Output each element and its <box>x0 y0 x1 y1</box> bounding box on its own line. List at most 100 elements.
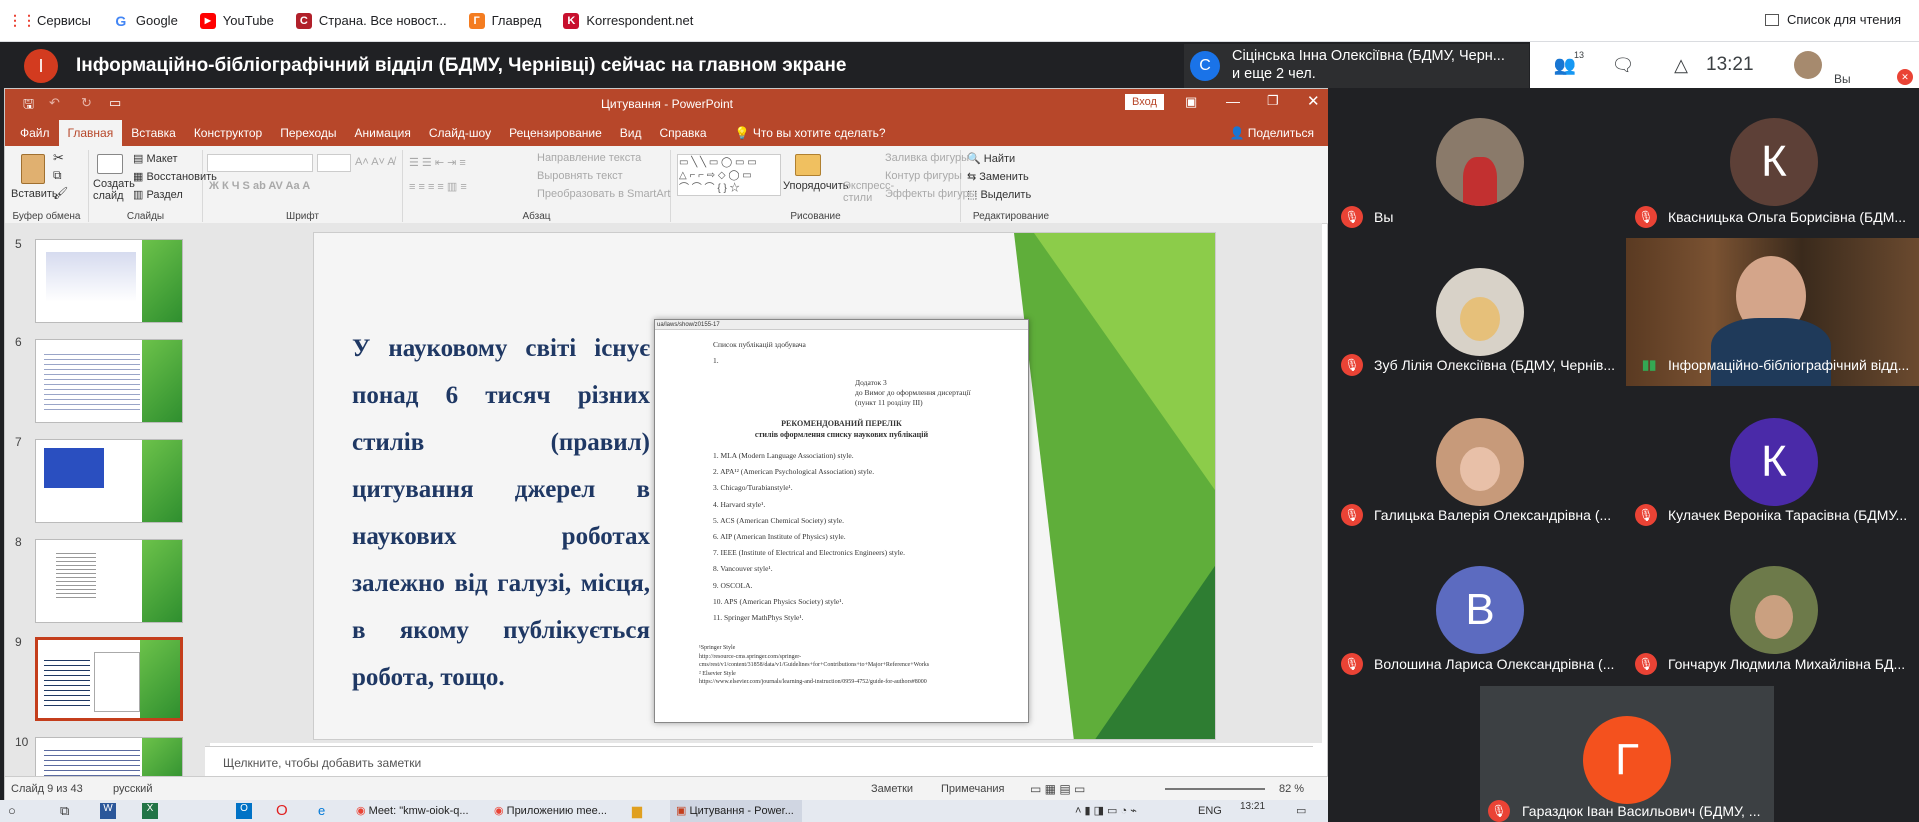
current-slide[interactable]: У науковому світі існує понад 6 тисяч рі… <box>313 232 1216 740</box>
view-buttons[interactable]: ▭ ▦ ▤ ▭ <box>1030 782 1085 796</box>
list-icons[interactable]: ☰ ☰ ⇤ ⇥ ≡ <box>409 156 466 169</box>
layout-button[interactable]: ▤ Макет <box>133 152 178 165</box>
thumb-slide-7[interactable] <box>35 439 183 523</box>
new-slide-button[interactable]: Создать слайд <box>93 178 135 202</box>
font-name-select[interactable] <box>207 154 313 172</box>
bookmark-korrespondent[interactable]: K Korrespondent.net <box>563 12 693 29</box>
format-painter-icon[interactable]: 🖌 <box>53 186 68 200</box>
thumb-slide-9-selected[interactable] <box>35 637 183 721</box>
cut-icon[interactable]: ✂ <box>53 150 64 166</box>
tab-file[interactable]: Файл <box>11 126 59 146</box>
tab-help[interactable]: Справка <box>650 126 715 146</box>
tab-slideshow[interactable]: Слайд-шоу <box>420 126 500 146</box>
people-button[interactable]: 👥 13 <box>1550 50 1584 80</box>
tab-home[interactable]: Главная <box>58 120 123 146</box>
font-size-select[interactable] <box>317 154 351 172</box>
thumb-slide-6[interactable] <box>35 339 183 423</box>
bookmark-strana[interactable]: С Страна. Все новост... <box>295 12 447 29</box>
tell-me-box[interactable]: 💡 Что вы хотите сделать? <box>726 126 895 146</box>
select-button[interactable]: ⬚ Выделить <box>967 188 1031 201</box>
korrespondent-icon: K <box>563 12 580 29</box>
share-button[interactable]: 👤 Поделиться <box>1220 126 1323 146</box>
smartart-button[interactable]: Преобразовать в SmartArt <box>537 188 670 200</box>
tab-insert[interactable]: Вставка <box>122 126 185 146</box>
maximize-icon[interactable]: ❐ <box>1267 93 1279 109</box>
search-icon[interactable]: ○ <box>8 803 16 818</box>
thumb-slide-8[interactable] <box>35 539 183 623</box>
ribbon-display-icon[interactable]: ▣ <box>1185 94 1197 110</box>
participant-name: Зуб Лілія Олексіївна (БДМУ, Чернів... <box>1374 357 1616 373</box>
taskbar-app-powerpoint[interactable]: ▣ Цитування - Power... <box>670 800 802 822</box>
tray-icons[interactable]: ˄ ▮ ◨ ▭ ◔ ⌁ <box>1075 804 1137 817</box>
tab-animations[interactable]: Анимация <box>346 126 420 146</box>
reading-list-icon <box>1765 13 1780 26</box>
edge-icon[interactable]: e <box>318 803 325 818</box>
excel-icon[interactable]: X <box>142 803 158 819</box>
tab-design[interactable]: Конструктор <box>185 126 271 146</box>
align-icons[interactable]: ≡ ≡ ≡ ≡ ▥ ≡ <box>409 180 467 193</box>
taskbar-app-meet[interactable]: ◉ Meet: "kmw-oiok-q... <box>356 804 469 817</box>
quick-styles-button[interactable]: Экспресс-стили <box>843 180 894 204</box>
language-tray[interactable]: ENG <box>1198 805 1222 817</box>
arrange-icon[interactable] <box>795 154 821 176</box>
slide-document-screenshot: ua/laws/show/z0155-17 Список публікацій … <box>654 319 1029 723</box>
bookmark-services[interactable]: ⋮⋮ Сервисы <box>8 12 91 29</box>
presenter-avatar: І <box>24 49 58 83</box>
strana-icon: С <box>295 12 312 29</box>
copy-icon[interactable]: ⧉ <box>53 168 62 183</box>
bookmark-google[interactable]: G Google <box>113 13 177 29</box>
paste-button[interactable]: Вставить <box>11 188 58 200</box>
speaker-avatar: С <box>1190 51 1220 81</box>
login-button[interactable]: Вход <box>1125 94 1164 110</box>
participant-name: Кулачек Вероніка Тарасівна (БДМУ... <box>1668 507 1908 523</box>
replace-button[interactable]: ⇆ Заменить <box>967 170 1029 183</box>
taskbar-app-meet-2[interactable]: ◉ Приложению mee... <box>494 804 607 817</box>
participant-avatar: К <box>1730 118 1818 206</box>
presenter-banner: Інформаційно-бібліографічний відділ (БДМ… <box>76 55 847 76</box>
new-slide-icon[interactable] <box>97 154 123 174</box>
bookmark-youtube[interactable]: ▶ YouTube <box>199 12 274 29</box>
meet-clock: 13:21 <box>1706 54 1754 75</box>
opera-icon[interactable]: O <box>276 802 288 819</box>
tab-transitions[interactable]: Переходы <box>271 126 345 146</box>
notes-toggle[interactable]: Заметки <box>871 783 913 795</box>
zoom-slider[interactable] <box>1165 788 1265 790</box>
find-button[interactable]: 🔍 Найти <box>967 152 1015 165</box>
tab-review[interactable]: Рецензирование <box>500 126 611 146</box>
chat-button[interactable]: 🗨 <box>1608 50 1638 80</box>
participant-name: Гараздюк Іван Васильович (БДМУ, ... <box>1522 803 1761 819</box>
bookmark-glavred[interactable]: Г Главред <box>468 12 541 29</box>
arrange-button[interactable]: Упорядочить <box>783 180 848 192</box>
word-icon[interactable]: W <box>100 803 116 819</box>
taskbar-clock[interactable]: 13:21 <box>1240 801 1265 812</box>
shapes-gallery[interactable]: ▭ ╲ ╲ ▭ ◯ ▭ ▭ △ ⌐ ⌐ ⇨ ◇ ◯ ▭ ⌒ ⌒ ⌒ { } ☆ <box>677 154 781 196</box>
doc-list-item: 4. Harvard style¹. <box>713 499 766 509</box>
tab-view[interactable]: Вид <box>611 126 651 146</box>
language-indicator[interactable]: русский <box>113 783 152 795</box>
notes-pane[interactable]: Щелкните, чтобы добавить заметки <box>205 746 1313 776</box>
shape-fill-button[interactable]: Заливка фигуры <box>885 152 969 164</box>
thumb-slide-5[interactable] <box>35 239 183 323</box>
close-icon[interactable]: ✕ <box>1307 92 1320 110</box>
paste-icon[interactable] <box>21 154 45 184</box>
zoom-level[interactable]: 82 % <box>1279 783 1304 795</box>
outlook-icon[interactable]: O <box>236 803 252 819</box>
doc-list-item: 10. APS (American Physics Society) style… <box>713 596 844 606</box>
task-view-icon[interactable]: ⧉ <box>60 803 69 819</box>
comments-toggle[interactable]: Примечания <box>941 783 1005 795</box>
notification-icon[interactable]: ▭ <box>1296 804 1306 817</box>
shape-outline-button[interactable]: Контур фигуры <box>885 170 962 182</box>
self-avatar[interactable] <box>1793 51 1822 79</box>
text-direction-button[interactable]: Направление текста <box>537 152 641 164</box>
participant-avatar: Г <box>1583 716 1671 804</box>
activities-button[interactable]: △ <box>1666 50 1696 80</box>
font-grow-shrink-icon[interactable]: A˄ A˅ A̸ <box>355 156 395 168</box>
participant-name: Квасницька Ольга Борисівна (БДМ... <box>1668 209 1907 225</box>
section-button[interactable]: ▥ Раздел <box>133 188 183 201</box>
glavred-icon: Г <box>468 12 485 29</box>
minimize-icon[interactable]: — <box>1226 93 1240 109</box>
reading-list-button[interactable]: Список для чтения <box>1765 12 1901 27</box>
font-format-icons[interactable]: Ж К Ч S ab AV Aa A <box>209 180 310 192</box>
align-text-button[interactable]: Выровнять текст <box>537 170 623 182</box>
folder-icon[interactable]: ▆ <box>632 803 642 819</box>
